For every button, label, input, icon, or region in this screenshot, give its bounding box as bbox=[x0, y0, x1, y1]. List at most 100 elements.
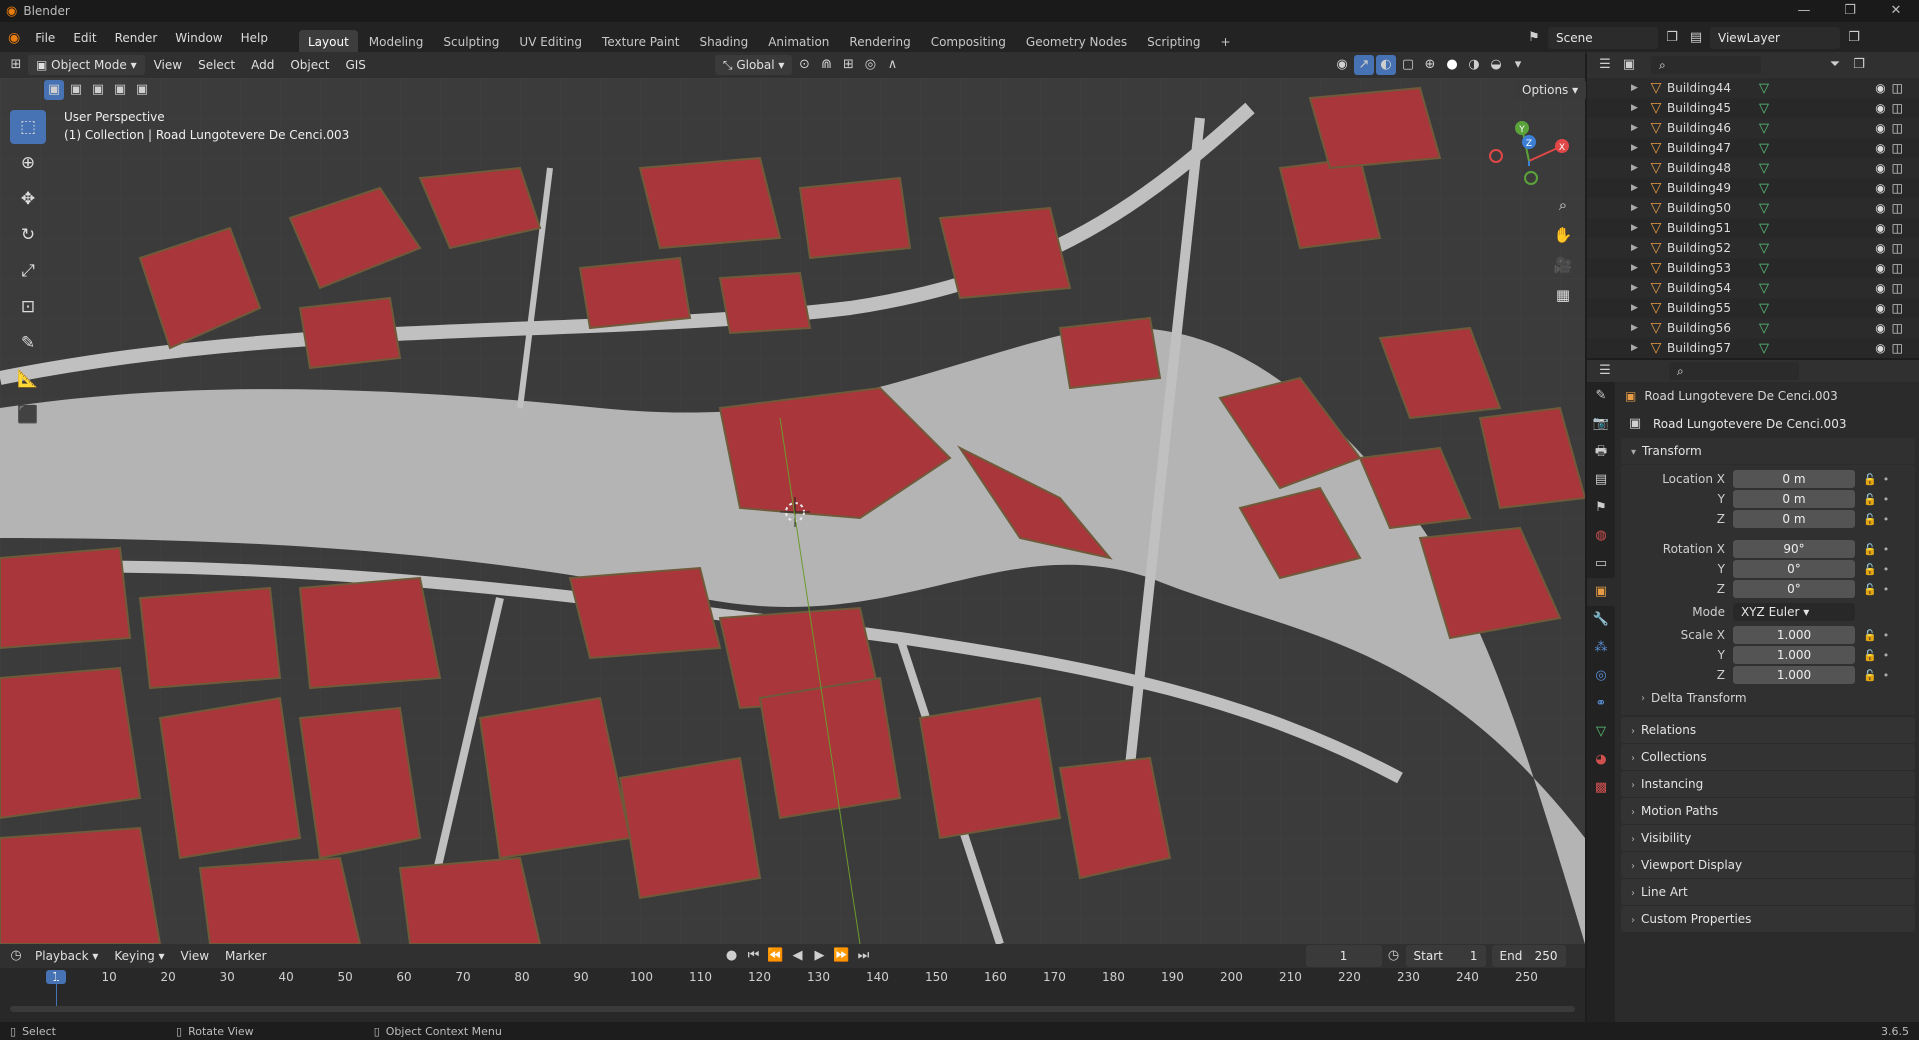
visibility-icon[interactable]: ◉ bbox=[1332, 55, 1352, 75]
shading-options-icon[interactable]: ▾ bbox=[1508, 55, 1528, 75]
menu-edit[interactable]: Edit bbox=[64, 22, 105, 54]
lock-icon[interactable]: 🔓• bbox=[1863, 649, 1895, 662]
mode-dropdown[interactable]: ▣ Object Mode ▾ bbox=[28, 55, 145, 75]
maximize-icon[interactable]: ❐ bbox=[1827, 0, 1873, 22]
panel-header[interactable]: › Viewport Display bbox=[1621, 852, 1915, 878]
visibility-eye-icon[interactable]: ◉◫ bbox=[1875, 261, 1909, 275]
move-tool-icon[interactable]: ✥ bbox=[10, 182, 46, 216]
expand-arrow-icon[interactable]: ▶ bbox=[1631, 323, 1645, 333]
expand-arrow-icon[interactable]: ▶ bbox=[1631, 143, 1645, 153]
3d-viewport[interactable] bbox=[0, 78, 1585, 944]
cursor-tool-icon[interactable]: ⊕ bbox=[10, 146, 46, 180]
visibility-eye-icon[interactable]: ◉◫ bbox=[1875, 121, 1909, 135]
expand-arrow-icon[interactable]: ▶ bbox=[1631, 263, 1645, 273]
outliner-row[interactable]: ▶ ▽ Building46 ▽ ◉◫ bbox=[1587, 118, 1919, 138]
expand-arrow-icon[interactable]: ▶ bbox=[1631, 343, 1645, 353]
properties-search-input[interactable]: ⌕ bbox=[1669, 362, 1799, 380]
zoom-icon[interactable]: ⌕ bbox=[1550, 196, 1576, 226]
particles-tab-icon[interactable]: ⁂ bbox=[1587, 634, 1615, 662]
close-icon[interactable]: ✕ bbox=[1873, 0, 1919, 22]
visibility-eye-icon[interactable]: ◉◫ bbox=[1875, 81, 1909, 95]
tab-compositing[interactable]: Compositing bbox=[922, 30, 1015, 54]
visibility-eye-icon[interactable]: ◉◫ bbox=[1875, 161, 1909, 175]
solid-shading-icon[interactable]: ● bbox=[1442, 55, 1462, 75]
outliner-row[interactable]: ▶ ▽ Building53 ▽ ◉◫ bbox=[1587, 258, 1919, 278]
rotation-y-field[interactable]: 0° bbox=[1733, 560, 1855, 578]
tool-tab-icon[interactable]: ✎ bbox=[1587, 382, 1615, 410]
object-name-input[interactable]: Road Lungotevere De Cenci.003 bbox=[1645, 414, 1907, 434]
display-mode-icon[interactable]: ▣ bbox=[1619, 55, 1639, 75]
panel-header[interactable]: › Relations bbox=[1621, 717, 1915, 743]
outliner-row[interactable]: ▶ ▽ Building49 ▽ ◉◫ bbox=[1587, 178, 1919, 198]
outliner-row[interactable]: ▶ ▽ Building48 ▽ ◉◫ bbox=[1587, 158, 1919, 178]
menu-view[interactable]: View bbox=[147, 55, 189, 75]
expand-arrow-icon[interactable]: ▶ bbox=[1631, 203, 1645, 213]
transform-panel-header[interactable]: ▾ Transform bbox=[1621, 438, 1915, 464]
lock-icon[interactable]: 🔓• bbox=[1863, 563, 1895, 576]
minimize-icon[interactable]: — bbox=[1781, 0, 1827, 22]
delta-transform-header[interactable]: › Delta Transform bbox=[1621, 685, 1915, 711]
menu-file[interactable]: File bbox=[26, 22, 64, 54]
expand-arrow-icon[interactable]: ▶ bbox=[1631, 303, 1645, 313]
new-view-layer-icon[interactable]: ❐ bbox=[1844, 28, 1864, 48]
select-intersect-icon[interactable]: ▣ bbox=[132, 80, 152, 100]
timeline-scrollbar[interactable] bbox=[10, 1006, 1575, 1012]
location-x-field[interactable]: 0 m bbox=[1733, 470, 1855, 488]
current-frame-field[interactable]: 1 bbox=[1305, 945, 1382, 967]
start-frame-field[interactable]: Start 1 bbox=[1405, 945, 1486, 967]
play-icon[interactable]: ▶ bbox=[810, 946, 830, 966]
select-invert-icon[interactable]: ▣ bbox=[110, 80, 130, 100]
record-icon[interactable]: ● bbox=[722, 946, 742, 966]
menu-help[interactable]: Help bbox=[232, 22, 277, 54]
expand-arrow-icon[interactable]: ▶ bbox=[1631, 163, 1645, 173]
menu-render[interactable]: Render bbox=[106, 22, 167, 54]
menu-keying[interactable]: Keying ▾ bbox=[107, 946, 171, 966]
scale-tool-icon[interactable]: ⤢ bbox=[10, 254, 46, 288]
menu-window[interactable]: Window bbox=[166, 22, 231, 54]
properties-editor-icon[interactable]: ☰ bbox=[1595, 361, 1615, 381]
visibility-eye-icon[interactable]: ◉◫ bbox=[1875, 241, 1909, 255]
visibility-eye-icon[interactable]: ◉◫ bbox=[1875, 281, 1909, 295]
object-browse-icon[interactable]: ▣ bbox=[1625, 414, 1645, 434]
panel-header[interactable]: › Collections bbox=[1621, 744, 1915, 770]
scale-z-field[interactable]: 1.000 bbox=[1733, 666, 1855, 684]
location-z-field[interactable]: 0 m bbox=[1733, 510, 1855, 528]
lock-icon[interactable]: 🔓• bbox=[1863, 493, 1895, 506]
falloff-icon[interactable]: ∧ bbox=[882, 55, 902, 75]
material-tab-icon[interactable]: ◕ bbox=[1587, 746, 1615, 774]
object-tab-icon[interactable]: ▣ bbox=[1587, 578, 1615, 606]
output-tab-icon[interactable]: 🖶 bbox=[1587, 438, 1615, 466]
physics-tab-icon[interactable]: ◎ bbox=[1587, 662, 1615, 690]
outliner-search-input[interactable]: ⌕ bbox=[1651, 56, 1761, 74]
world-tab-icon[interactable]: ◍ bbox=[1587, 522, 1615, 550]
lock-icon[interactable]: 🔓• bbox=[1863, 513, 1895, 526]
expand-arrow-icon[interactable]: ▶ bbox=[1631, 103, 1645, 113]
play-reverse-icon[interactable]: ◀ bbox=[788, 946, 808, 966]
expand-arrow-icon[interactable]: ▶ bbox=[1631, 243, 1645, 253]
panel-header[interactable]: › Line Art bbox=[1621, 879, 1915, 905]
menu-select[interactable]: Select bbox=[191, 55, 242, 75]
tab-modeling[interactable]: Modeling bbox=[360, 30, 433, 54]
data-tab-icon[interactable]: ▽ bbox=[1587, 718, 1615, 746]
tab-uv-editing[interactable]: UV Editing bbox=[510, 30, 591, 54]
select-box-tool-icon[interactable]: ⬚ bbox=[10, 110, 46, 144]
panel-header[interactable]: › Visibility bbox=[1621, 825, 1915, 851]
end-frame-field[interactable]: End 250 bbox=[1491, 945, 1566, 967]
orientation-dropdown[interactable]: ⤡ Global ▾ bbox=[714, 55, 793, 75]
rotation-mode-dropdown[interactable]: XYZ Euler ▾ bbox=[1733, 603, 1855, 621]
select-extend-icon[interactable]: ▣ bbox=[66, 80, 86, 100]
panel-header[interactable]: › Custom Properties bbox=[1621, 906, 1915, 932]
modifier-tab-icon[interactable]: 🔧 bbox=[1587, 606, 1615, 634]
xray-icon[interactable]: ▢ bbox=[1398, 55, 1418, 75]
visibility-eye-icon[interactable]: ◉◫ bbox=[1875, 201, 1909, 215]
proportional-edit-icon[interactable]: ◎ bbox=[860, 55, 880, 75]
outliner-row[interactable]: ▶ ▽ Building47 ▽ ◉◫ bbox=[1587, 138, 1919, 158]
menu-marker[interactable]: Marker bbox=[218, 946, 273, 966]
select-new-icon[interactable]: ▣ bbox=[44, 80, 64, 100]
expand-arrow-icon[interactable]: ▶ bbox=[1631, 83, 1645, 93]
gizmo-icon[interactable]: ↗ bbox=[1354, 55, 1374, 75]
tab-scripting[interactable]: Scripting bbox=[1138, 30, 1209, 54]
jump-end-icon[interactable]: ⏭ bbox=[854, 946, 874, 966]
scale-y-field[interactable]: 1.000 bbox=[1733, 646, 1855, 664]
visibility-eye-icon[interactable]: ◉◫ bbox=[1875, 221, 1909, 235]
